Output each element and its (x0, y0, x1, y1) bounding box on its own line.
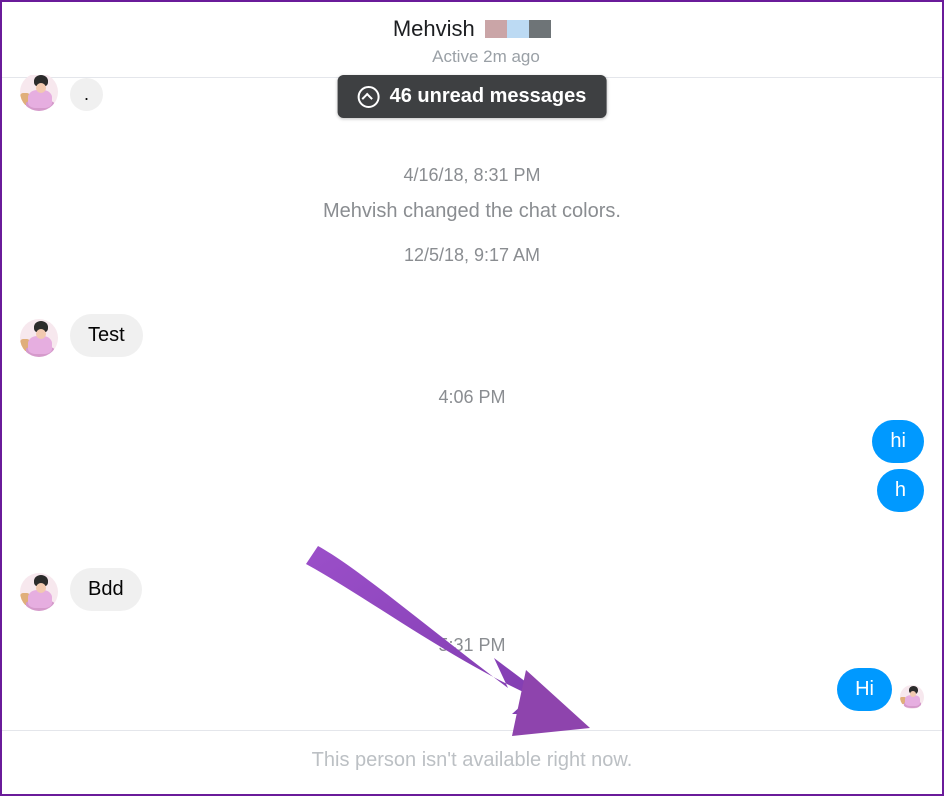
message-row: Bdd (20, 568, 924, 611)
message-row: Hi (20, 668, 924, 711)
unread-messages-banner[interactable]: 46 unread messages (338, 75, 607, 118)
timestamp-separator: 4/16/18, 8:31 PM (20, 165, 924, 186)
timestamp-separator: 4:06 PM (20, 387, 924, 408)
avatar[interactable] (20, 75, 58, 111)
message-row: Test (20, 314, 924, 357)
incoming-message-bubble[interactable]: Test (70, 314, 143, 357)
unread-count-label: 46 unread messages (390, 85, 587, 108)
outgoing-message-bubble[interactable]: h (877, 469, 924, 512)
avatar[interactable] (20, 319, 58, 357)
seen-avatar (900, 685, 924, 709)
composer-disabled-area: This person isn't available right now. (2, 730, 942, 794)
system-message: Mehvish changed the chat colors. (20, 200, 924, 223)
composer-disabled-text: This person isn't available right now. (312, 749, 633, 771)
messages-scroll-area[interactable]: . 4/16/18, 8:31 PM Mehvish changed the c… (2, 75, 942, 728)
chat-contact-status: Active 2m ago (2, 47, 942, 67)
header-color-swatch (485, 20, 551, 43)
timestamp-separator: 5:31 PM (20, 635, 924, 656)
outgoing-message-bubble[interactable]: Hi (837, 668, 892, 711)
scroll-up-icon (358, 86, 380, 108)
incoming-message-bubble[interactable]: Bdd (70, 568, 142, 611)
outgoing-message-bubble[interactable]: hi (872, 420, 924, 463)
messenger-chat-window: Mehvish Active 2m ago 46 unread messages… (0, 0, 944, 796)
chat-contact-name: Mehvish (393, 16, 475, 42)
timestamp-separator: 12/5/18, 9:17 AM (20, 245, 924, 266)
incoming-message-bubble[interactable]: . (70, 78, 103, 111)
avatar[interactable] (20, 573, 58, 611)
message-row: hi h (20, 420, 924, 512)
chat-header[interactable]: Mehvish Active 2m ago (2, 2, 942, 77)
